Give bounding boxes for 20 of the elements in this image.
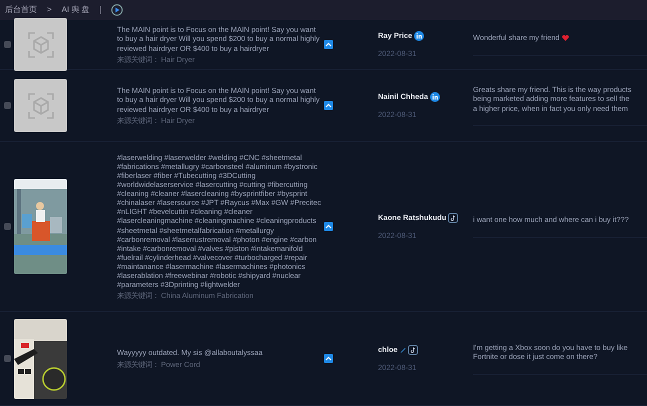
linkedin-icon[interactable] xyxy=(414,30,424,41)
row-checkbox[interactable] xyxy=(4,355,11,362)
expand-icon[interactable] xyxy=(324,222,333,231)
pen-icon xyxy=(400,346,406,353)
breadcrumb-item[interactable]: AI 舆 盘 xyxy=(62,4,90,16)
row-checkbox[interactable] xyxy=(4,223,11,230)
breadcrumb-item[interactable]: 后台首页 xyxy=(5,4,37,16)
row-checkbox[interactable] xyxy=(4,102,11,109)
linkedin-icon[interactable] xyxy=(430,92,440,102)
heart-icon xyxy=(562,35,569,41)
row-checkbox[interactable] xyxy=(4,41,11,48)
image-placeholder-icon xyxy=(14,79,67,132)
play-icon[interactable] xyxy=(110,4,123,16)
tiktok-icon[interactable] xyxy=(448,212,458,223)
expand-icon[interactable] xyxy=(324,40,333,49)
expand-icon[interactable] xyxy=(324,101,333,110)
image-placeholder-icon xyxy=(14,18,67,71)
tiktok-icon[interactable] xyxy=(408,344,418,355)
expand-icon[interactable] xyxy=(324,354,333,363)
breadcrumb-separator: > xyxy=(47,4,52,16)
